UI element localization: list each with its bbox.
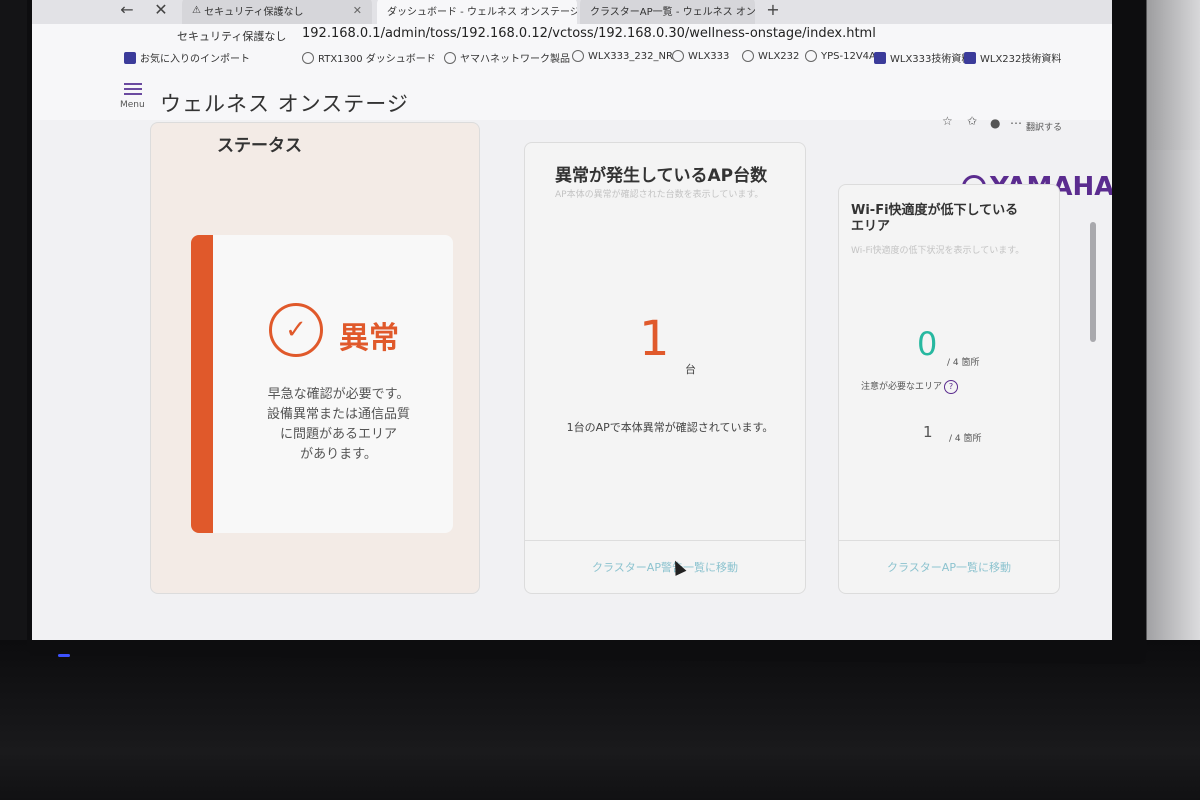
star-icon[interactable]: ☆ xyxy=(942,114,953,128)
attention-total: / 4 箇所 xyxy=(949,434,982,444)
ap-anomaly-card: 異常が発生しているAP台数 AP本体の異常が確認された台数を表示しています。 1… xyxy=(524,142,806,594)
bookmark-wlx232[interactable]: WLX232 xyxy=(742,50,799,62)
back-icon[interactable]: ← xyxy=(116,0,138,20)
warning-icon: ⚠ xyxy=(192,4,205,16)
folder-icon xyxy=(124,51,136,64)
ap-card-title: 異常が発生しているAP台数 xyxy=(555,166,768,186)
wifi-card-description: Wi-Fi快適度の低下状況を表示しています。 xyxy=(851,246,1025,256)
hamburger-menu-icon[interactable] xyxy=(124,80,142,98)
status-message: 早急な確認が必要です。 設備異常または通信品質 に問題があるエリア があります。 xyxy=(266,387,410,462)
close-icon[interactable]: ✕ xyxy=(150,0,172,20)
new-tab-icon[interactable]: + xyxy=(762,0,784,20)
status-accent-bar xyxy=(191,235,213,533)
tab-security[interactable]: ⚠ セキュリティ保護なし ✕ xyxy=(182,0,372,24)
document-icon xyxy=(874,51,886,64)
url-text[interactable]: 192.168.0.1/admin/toss/192.168.0.12/vcto… xyxy=(302,26,876,41)
status-card-title: ステータス xyxy=(217,136,302,156)
tab-cluster-ap[interactable]: クラスターAP一覧 - ウェルネス オンステ ✕ xyxy=(580,0,755,24)
wifi-comfort-card: Wi-Fi快適度が低下している エリア Wi-Fi快適度の低下状況を表示していま… xyxy=(838,184,1060,594)
attention-count: 1 xyxy=(923,423,933,441)
help-icon[interactable]: ? xyxy=(944,380,959,394)
bookmark-import[interactable]: お気に入りのインポート xyxy=(124,50,250,65)
bookmark-yps-12v4a[interactable]: YPS-12V4A xyxy=(805,50,876,62)
status-state: 異常 xyxy=(339,321,399,356)
wifi-card-title-line2: エリア xyxy=(851,219,891,234)
monitor-screen: ← ✕ ⚠ セキュリティ保護なし ✕ ダッシュボード - ウェルネス オンステー… xyxy=(32,0,1112,640)
ap-card-description: AP本体の異常が確認された台数を表示しています。 xyxy=(555,190,764,200)
yamaha-icon xyxy=(302,51,314,64)
status-card: ステータス ✓ 異常 早急な確認が必要です。 設備異常または通信品質 に問題があ… xyxy=(150,122,480,594)
cluster-ap-list-link[interactable]: クラスターAP一覧に移動 xyxy=(839,540,1059,593)
bookmark-wlx333[interactable]: WLX333 xyxy=(672,50,729,62)
desk-surface xyxy=(0,640,1200,800)
bookmark-wlx333-docs[interactable]: WLX333技術資料 xyxy=(874,50,971,65)
ap-anomaly-count: 1 xyxy=(639,311,670,367)
menu-label[interactable]: Menu xyxy=(120,100,145,110)
yamaha-icon xyxy=(742,50,754,62)
yamaha-icon xyxy=(572,50,584,62)
ap-warning-list-link[interactable]: クラスターAP警告一覧に移動 xyxy=(525,540,805,593)
yamaha-icon xyxy=(444,51,456,64)
app-title: ウェルネス オンステージ xyxy=(160,92,409,116)
document-icon xyxy=(964,51,976,64)
bookmark-rtx1300[interactable]: RTX1300 ダッシュボード xyxy=(302,50,436,65)
power-led xyxy=(58,654,70,657)
wifi-low-count: 0 xyxy=(917,325,938,363)
yamaha-icon xyxy=(672,50,684,62)
tab-dashboard[interactable]: ダッシュボード - ウェルネス オンステージ ✕ xyxy=(377,0,577,24)
attention-area-label: 注意が必要なエリア? xyxy=(861,379,959,394)
yamaha-icon xyxy=(805,50,817,62)
wifi-low-total: / 4 箇所 xyxy=(947,358,980,368)
ap-count-unit: 台 xyxy=(685,363,696,376)
ap-anomaly-message: 1台のAPで本体異常が確認されています。 xyxy=(566,421,774,434)
page-scrollbar[interactable] xyxy=(1090,222,1096,342)
security-indicator[interactable]: セキュリティ保護なし xyxy=(177,28,286,44)
tab-close-icon[interactable]: ✕ xyxy=(353,4,362,17)
bookmark-wlx333-232-nr[interactable]: WLX333_232_NR xyxy=(572,50,673,62)
more-options-icon[interactable]: ⋯ xyxy=(1010,116,1022,130)
status-panel: ✓ 異常 早急な確認が必要です。 設備異常または通信品質 に問題があるエリア が… xyxy=(191,235,453,533)
favorites-icon[interactable]: ✩ xyxy=(967,114,977,128)
translate-button[interactable]: 翻訳する xyxy=(1026,120,1062,133)
profile-icon[interactable]: ● xyxy=(990,116,1000,130)
bookmark-wlx232-docs[interactable]: WLX232技術資料 xyxy=(964,50,1061,65)
check-circle-icon: ✓ xyxy=(269,303,323,357)
bookmark-yamaha-products[interactable]: ヤマハネットワーク製品 xyxy=(444,50,570,65)
